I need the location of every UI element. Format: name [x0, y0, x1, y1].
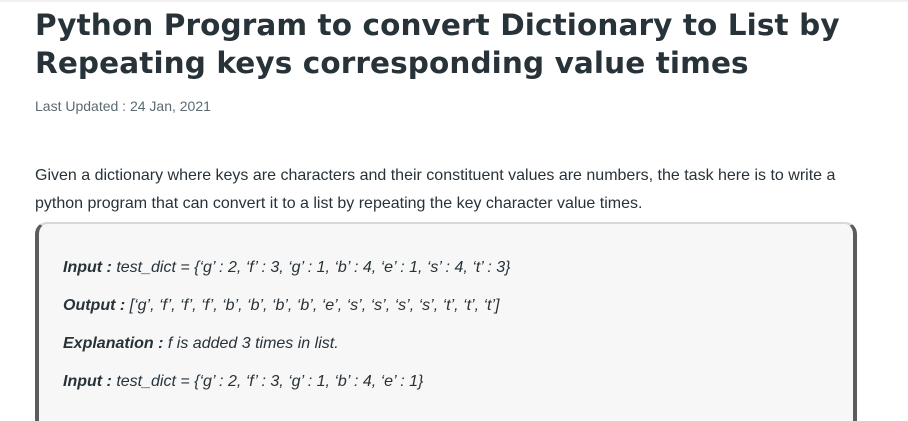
example-box: Input : test_dict = {‘g’ : 2, ‘f’ : 3, ‘… [35, 222, 857, 421]
example-label: Output : [63, 297, 126, 314]
last-updated: Last Updated : 24 Jan, 2021 [35, 98, 211, 114]
article: Python Program to convert Dictionary to … [0, 0, 908, 421]
top-divider [0, 0, 908, 2]
example-value: test_dict = {‘g’ : 2, ‘f’ : 3, ‘g’ : 1, … [111, 259, 511, 276]
example-output-line: Output : [‘g’, ‘f’, ‘f’, ‘f’, ‘b’, ‘b’, … [63, 287, 853, 325]
example-value: test_dict = {‘g’ : 2, ‘f’ : 3, ‘g’ : 1, … [111, 373, 424, 390]
example-label: Input : [63, 373, 112, 390]
example-input-line: Input : test_dict = {‘g’ : 2, ‘f’ : 3, ‘… [63, 249, 853, 287]
example-input-line: Input : test_dict = {‘g’ : 2, ‘f’ : 3, ‘… [63, 363, 853, 401]
example-explanation-line: Explanation : f is added 3 times in list… [63, 325, 853, 363]
page-title: Python Program to convert Dictionary to … [35, 8, 840, 80]
example-label: Input : [63, 259, 112, 276]
example-label: Explanation : [63, 335, 164, 352]
intro-paragraph: Given a dictionary where keys are charac… [35, 167, 836, 212]
example-value: f is added 3 times in list. [163, 335, 339, 352]
example-value: [‘g’, ‘f’, ‘f’, ‘f’, ‘b’, ‘b’, ‘b’, ‘b’,… [125, 297, 500, 314]
